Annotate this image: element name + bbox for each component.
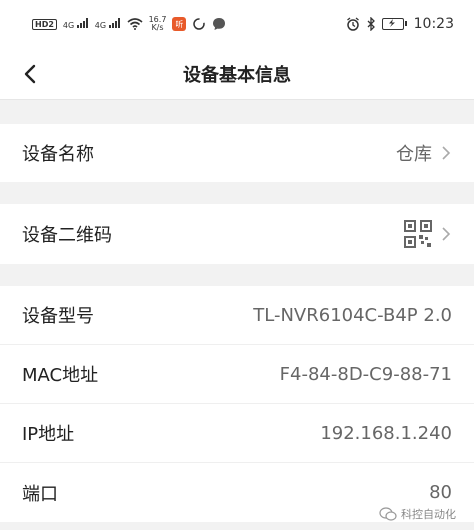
network-speed: 16.7 K/s (149, 16, 167, 32)
bluetooth-icon (367, 17, 375, 31)
page-title: 设备基本信息 (183, 64, 291, 86)
chevron-left-icon (24, 64, 36, 84)
device-name-value: 仓库 (396, 144, 432, 165)
nav-bar: 设备基本信息 (0, 48, 474, 100)
sync-icon (193, 18, 206, 30)
chevron-right-icon (442, 146, 451, 160)
ip-label: IP地址 (22, 424, 75, 445)
status-bar-left: HD2 4G 4G 16.7 K/s 听 (32, 16, 226, 32)
mac-label: MAC地址 (22, 365, 99, 386)
wifi-icon (127, 18, 143, 30)
port-value: 80 (429, 482, 452, 503)
qr-code-icon (404, 220, 432, 248)
device-name-label: 设备名称 (22, 144, 94, 165)
model-label: 设备型号 (22, 306, 94, 327)
network-type-1: 4G (62, 21, 75, 30)
watermark: 科控自动化 (379, 506, 456, 522)
section-gap (0, 182, 474, 204)
section-gap (0, 264, 474, 286)
mac-value: F4-84-8D-C9-88-71 (279, 363, 452, 385)
chevron-right-icon (442, 227, 451, 241)
device-name-row[interactable]: 设备名称 仓库 (0, 124, 474, 182)
battery-icon (381, 18, 407, 30)
alarm-icon (346, 17, 359, 31)
chat-icon (213, 18, 226, 30)
info-row-mac: MAC地址 F4-84-8D-C9-88-71 (0, 345, 474, 404)
wechat-icon (379, 507, 397, 521)
signal-icon-1: 4G (63, 18, 89, 30)
port-label: 端口 (22, 483, 58, 505)
status-time: 10:23 (413, 16, 454, 32)
info-row-model: 设备型号 TL-NVR6104C-B4P 2.0 (0, 286, 474, 345)
device-info-list: 设备型号 TL-NVR6104C-B4P 2.0 MAC地址 F4-84-8D-… (0, 286, 474, 522)
app-notification-icon: 听 (172, 17, 187, 31)
back-button[interactable] (16, 60, 44, 88)
network-speed-unit: K/s (151, 23, 164, 32)
device-qr-label: 设备二维码 (22, 225, 112, 246)
info-row-ip: IP地址 192.168.1.240 (0, 404, 474, 463)
status-bar-right: 10:23 (346, 16, 454, 32)
section-gap (0, 100, 474, 124)
network-type-2: 4G (94, 21, 107, 30)
device-qr-row[interactable]: 设备二维码 (0, 204, 474, 264)
device-name-value-group: 仓库 (396, 140, 452, 166)
signal-icon-2: 4G (95, 18, 121, 30)
watermark-text: 科控自动化 (401, 508, 456, 521)
device-qr-value-group (404, 220, 452, 248)
model-value: TL-NVR6104C-B4P 2.0 (253, 304, 452, 326)
status-bar: HD2 4G 4G 16.7 K/s 听 10:23 (0, 0, 474, 48)
hd-badge: HD2 (32, 18, 57, 30)
ip-value: 192.168.1.240 (320, 422, 452, 444)
